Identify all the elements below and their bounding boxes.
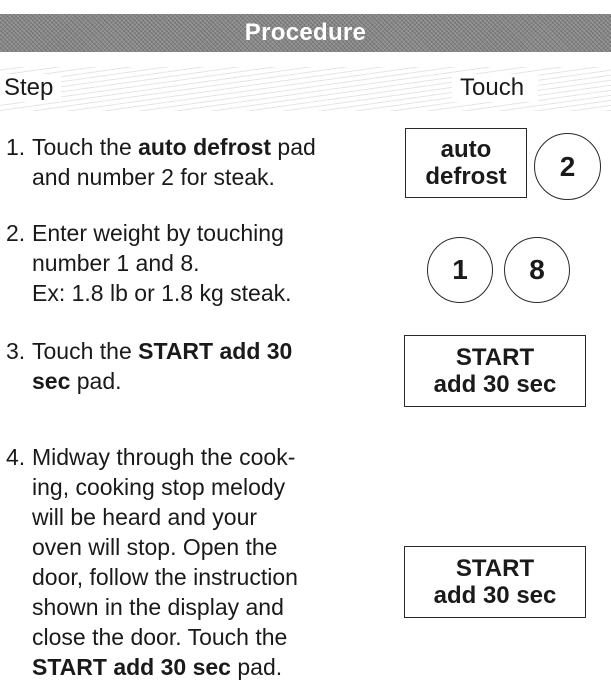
step-4-line-3: will be heard and your	[32, 504, 258, 530]
step-2-line-1-text: Enter weight by touching	[32, 220, 284, 246]
start-pad-line-2: add 30 sec	[433, 371, 557, 398]
step-4-number: 4.	[6, 444, 26, 470]
step-1-line-1-pre: Touch the	[32, 134, 139, 160]
step-1-line-1-post: pad	[271, 134, 316, 160]
start-add-30-sec-keyword: START add 30 sec	[32, 654, 231, 680]
start-pad-line-1: START	[455, 344, 535, 371]
step-4-line-6: shown in the display and	[32, 594, 284, 620]
step-1-line-1: 1. Touch the auto defrost pad	[6, 132, 316, 162]
step-4-line-8: START add 30 sec pad.	[6, 652, 298, 682]
step-4-line-1-text: Midway through the cook-	[32, 444, 296, 470]
step-2-line-2: number 1 and 8.	[32, 250, 200, 276]
step-4-line-8-post: pad.	[230, 654, 283, 680]
step-3-text: 3. Touch the START add 30 sec pad.	[6, 336, 292, 396]
step-4-line-1: 4. Midway through the cook-	[6, 442, 298, 472]
step-2-line-3: Ex: 1.8 lb or 1.8 kg steak.	[32, 280, 292, 306]
step-3-line-2: sec pad.	[6, 366, 292, 396]
step-4-text: 4. Midway through the cook- ing, cooking …	[6, 442, 298, 682]
step-2-line-1: 2. Enter weight by touching	[6, 218, 292, 248]
auto-defrost-pad[interactable]: auto defrost	[405, 128, 527, 198]
auto-defrost-pad-line-2: defrost	[425, 163, 507, 190]
auto-defrost-pad-line-1: auto	[440, 136, 492, 163]
step-4-line-2: ing, cooking stop melody	[32, 474, 286, 500]
step-4-line-5: door, follow the instruction	[32, 564, 298, 590]
start-add-30-sec-pad-step-3[interactable]: START add 30 sec	[404, 335, 586, 407]
step-1-text: 1. Touch the auto defrost pad and number …	[6, 132, 316, 192]
step-1-number: 1.	[6, 134, 26, 160]
step-1-line-2: and number 2 for steak.	[32, 164, 275, 190]
number-1-pad[interactable]: 1	[427, 237, 493, 303]
step-3-number: 3.	[6, 338, 26, 364]
step-2-number: 2.	[6, 220, 26, 246]
start-pad-2-line-2: add 30 sec	[433, 582, 557, 609]
start-add-30-sec-pad-step-4[interactable]: START add 30 sec	[404, 546, 586, 618]
auto-defrost-keyword: auto defrost	[138, 134, 272, 160]
start-add-30-keyword: START add 30	[138, 338, 293, 364]
number-8-pad[interactable]: 8	[504, 237, 570, 303]
start-pad-2-line-1: START	[455, 555, 535, 582]
step-column-label: Step	[0, 74, 62, 102]
number-2-pad[interactable]: 2	[534, 133, 601, 200]
sec-keyword: sec	[32, 368, 71, 394]
touch-column-label: Touch	[452, 74, 539, 102]
step-3-line-1-pre: Touch the	[32, 338, 139, 364]
step-4-line-4: oven will stop. Open the	[32, 534, 278, 560]
step-4-line-7: close the door. Touch the	[32, 624, 288, 650]
step-3-line-2-post: pad.	[70, 368, 122, 394]
procedure-title: Procedure	[244, 19, 367, 46]
step-3-line-1: 3. Touch the START add 30	[6, 336, 292, 366]
procedure-header: Procedure	[0, 14, 611, 52]
step-2-text: 2. Enter weight by touching number 1 and …	[6, 218, 292, 308]
